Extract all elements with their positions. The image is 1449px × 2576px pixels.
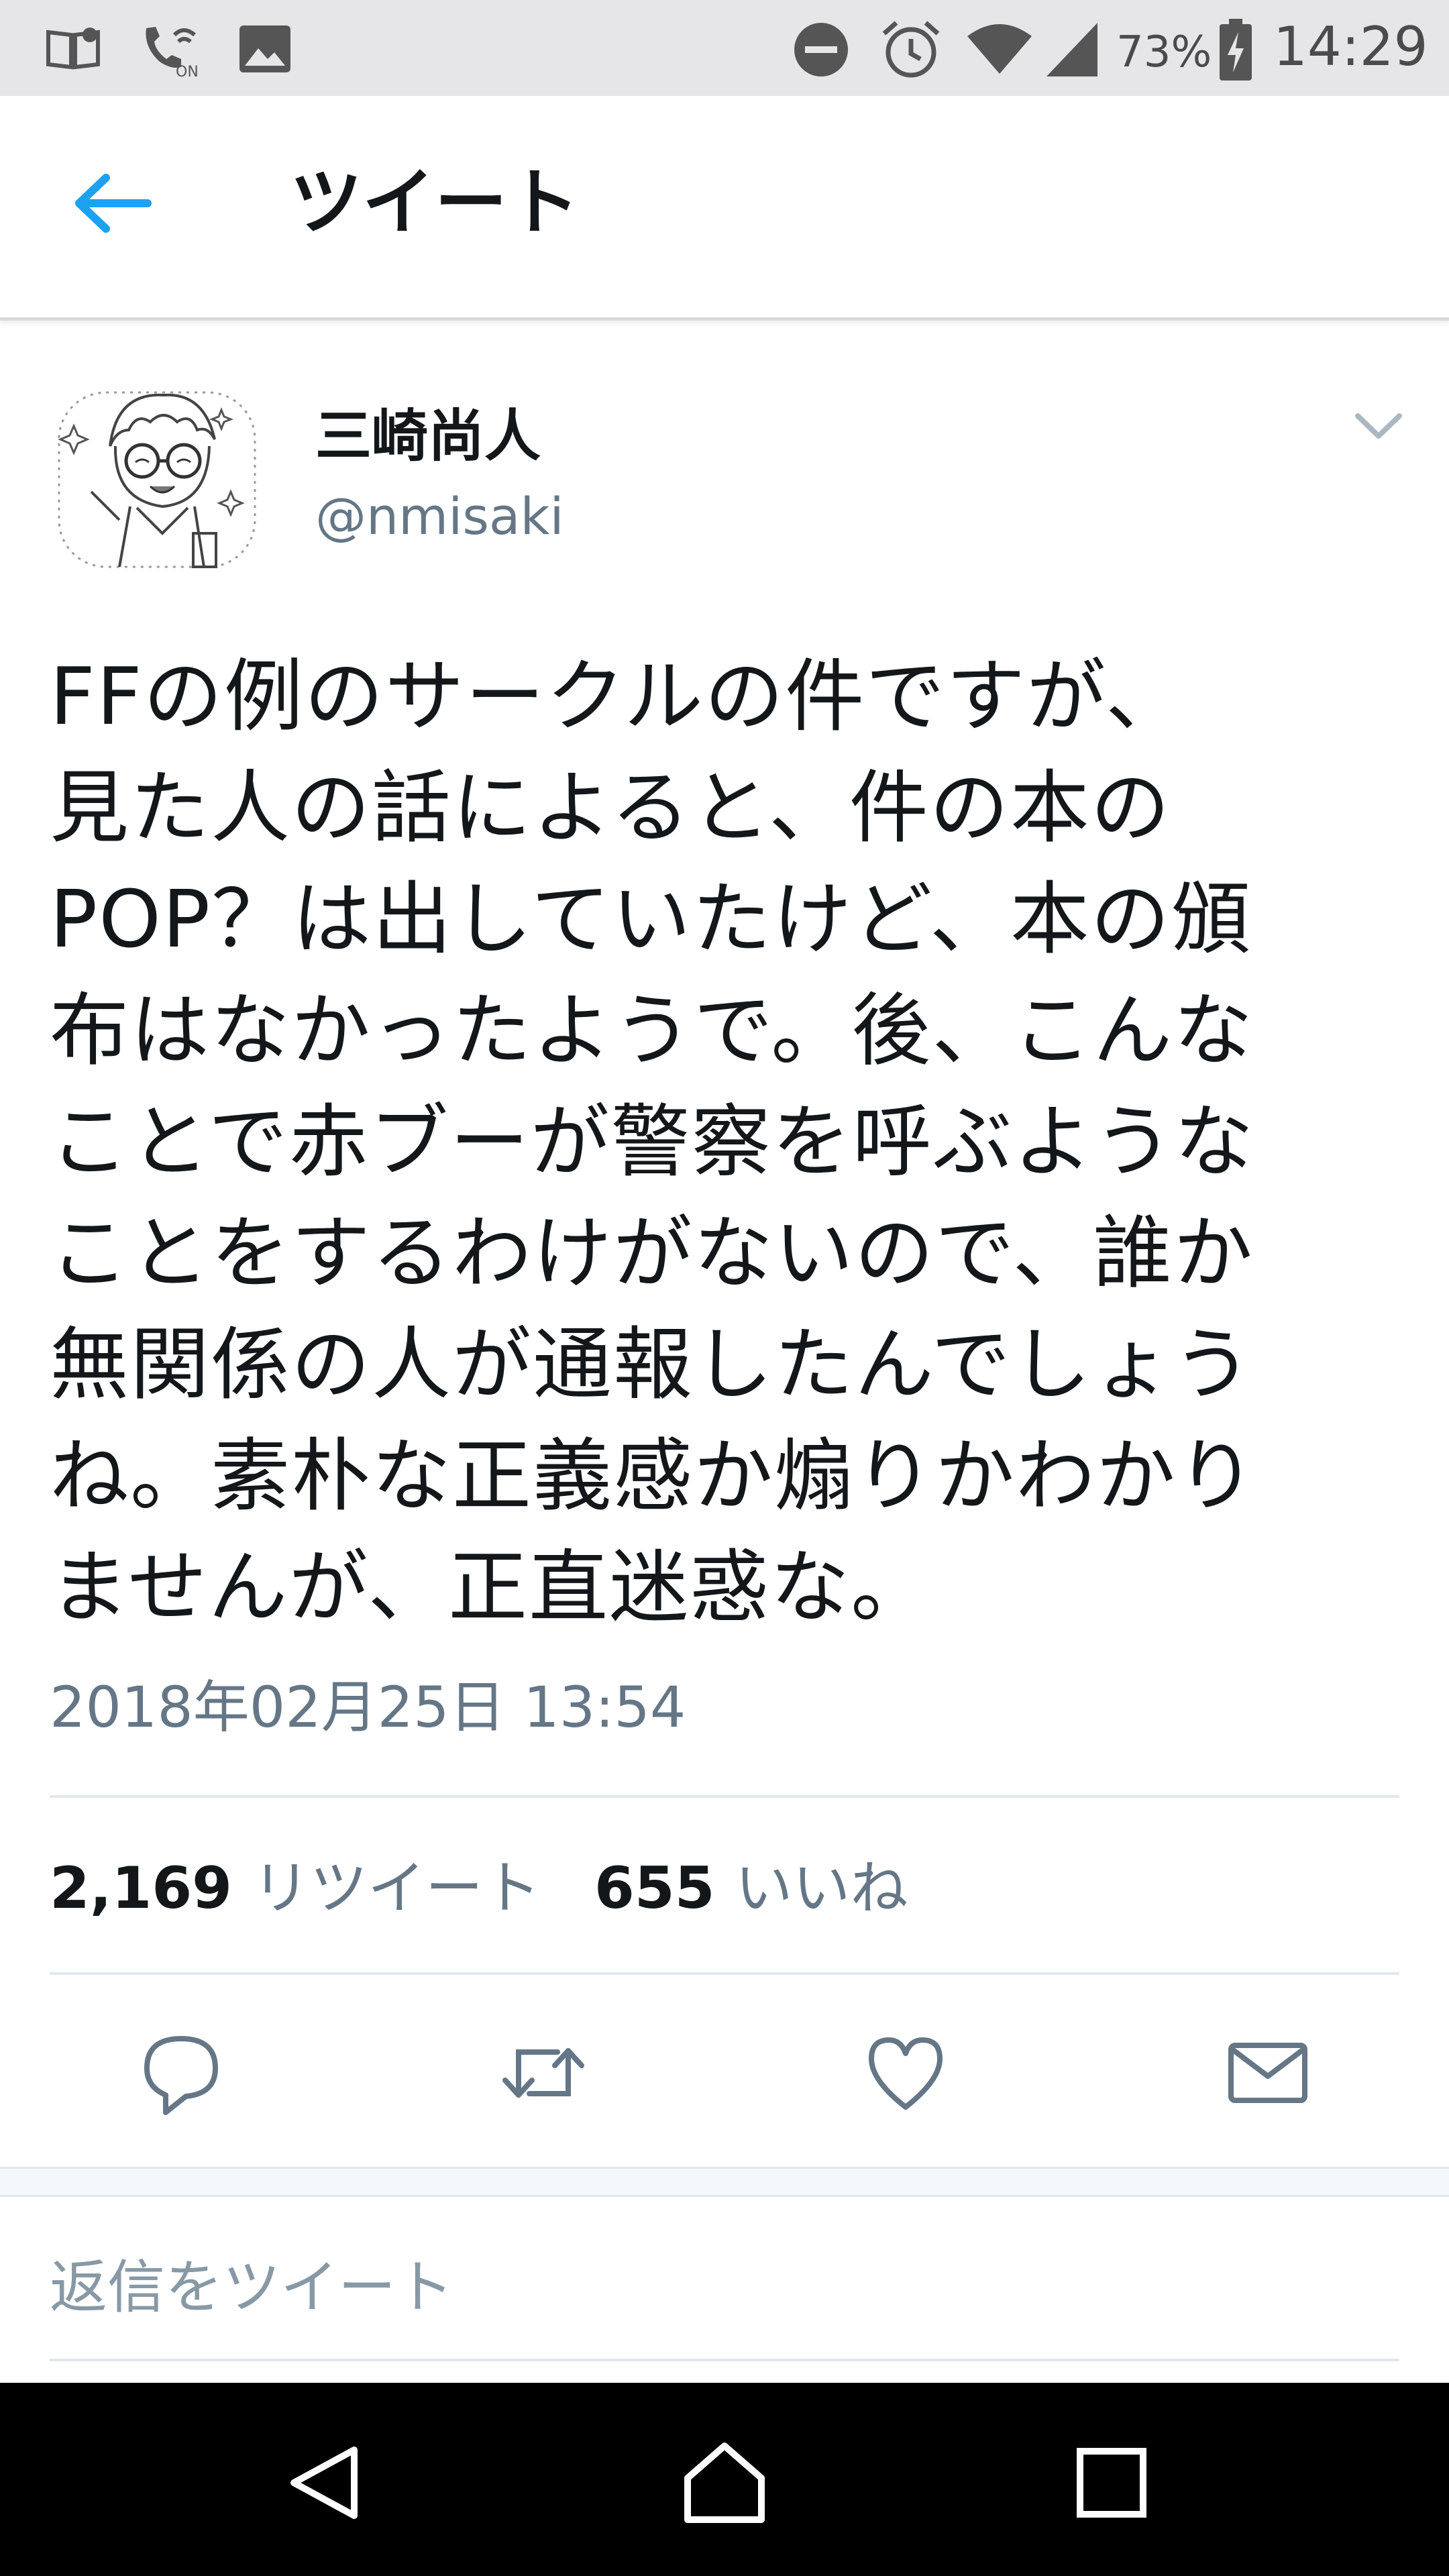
message-icon[interactable] (1224, 2029, 1311, 2116)
retweet-count[interactable]: 2,169 (50, 1855, 232, 1922)
svg-text:ON: ON (176, 64, 199, 78)
book-icon (46, 28, 100, 70)
like-label[interactable]: いいね (735, 1855, 908, 1922)
like-icon[interactable] (862, 2029, 949, 2116)
retweet-label[interactable]: リツイート (252, 1855, 541, 1922)
battery-percent: 73% (1116, 28, 1212, 77)
tweet-text: FFの例のサークルの件ですが、 見た人の話によると、件の本の POP？は出してい… (50, 650, 1258, 1633)
like-count[interactable]: 655 (594, 1855, 715, 1922)
status-bar: ON 73% 14:29 (0, 0, 1449, 96)
retweet-icon[interactable] (500, 2029, 587, 2116)
alarm-icon (882, 21, 940, 78)
chevron-down-icon[interactable] (1348, 402, 1409, 449)
page-title: ツイート (290, 161, 580, 245)
navigation-bar (0, 2383, 1449, 2576)
tweet-timestamp: 2018年02月25日 13:54 (50, 1674, 686, 1740)
reply-input[interactable]: 返信をツイート (50, 2247, 1399, 2361)
battery-charging-icon (1220, 19, 1252, 80)
author-handle[interactable]: @nmisaki (315, 483, 564, 550)
top-app-bar: ツイート (0, 96, 1449, 321)
wifi-calling-icon: ON (146, 27, 199, 78)
avatar[interactable] (50, 366, 264, 587)
signal-icon (1046, 23, 1097, 76)
section-separator (0, 2167, 1449, 2197)
divider (50, 1795, 1399, 1798)
recents-nav-icon[interactable] (1068, 2439, 1155, 2526)
back-arrow-icon[interactable] (67, 166, 154, 240)
reply-icon[interactable] (138, 2029, 225, 2116)
wifi-icon (967, 24, 1032, 74)
home-nav-icon[interactable] (681, 2439, 768, 2526)
image-icon (239, 25, 290, 72)
tweet-stats: 2,169 リツイート 655 いいね (50, 1848, 908, 1929)
clock: 14:29 (1273, 15, 1428, 78)
back-nav-icon[interactable] (279, 2439, 366, 2526)
divider (50, 1972, 1399, 1975)
author-name[interactable]: 三崎尚人 (315, 399, 541, 473)
do-not-disturb-icon (794, 23, 848, 76)
